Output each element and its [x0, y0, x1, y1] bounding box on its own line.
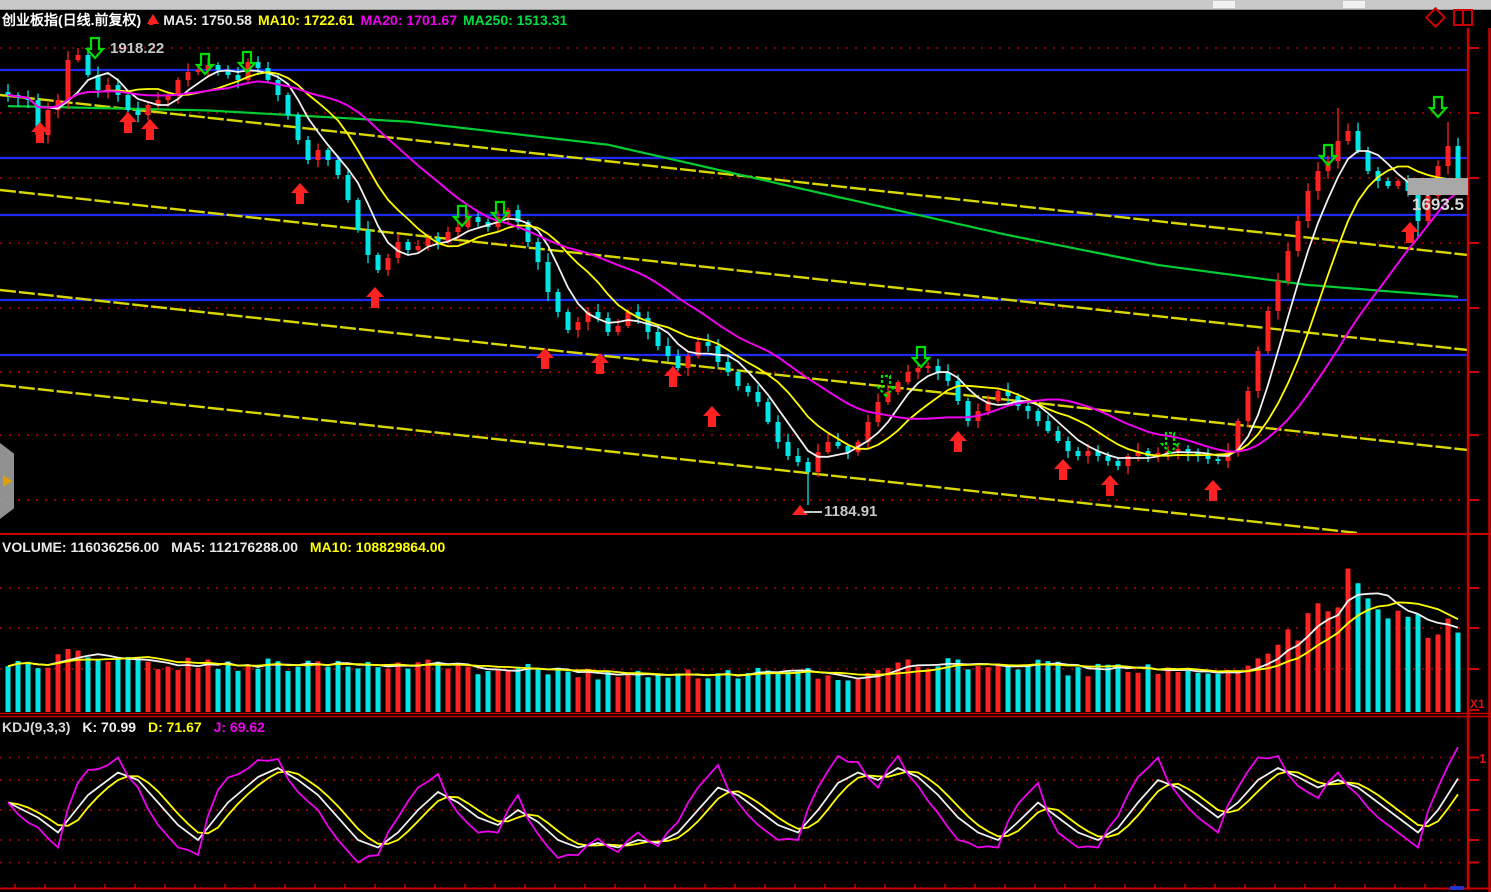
low-point-triangle-icon	[792, 505, 808, 515]
kdj-axis-label: 1	[1479, 751, 1486, 766]
buy-arrow-icon	[366, 287, 384, 308]
main-gridlines	[0, 48, 1468, 500]
scrollbar-fragment	[1450, 886, 1464, 890]
volume-bars	[6, 569, 1461, 712]
ma250-line	[8, 106, 1458, 297]
signal-arrows	[31, 38, 1446, 515]
kdj-d-readout: D: 71.67	[148, 719, 202, 735]
low-price-label: 1184.91	[824, 503, 877, 520]
volume-gridlines	[0, 588, 1468, 669]
buy-arrow-icon	[703, 406, 721, 427]
sidebar-expand-handle[interactable]	[0, 443, 14, 519]
stock-chart-window: { "colors":{ "up":"#ff2222","down":"#00e…	[0, 0, 1491, 892]
buy-arrow-icon	[141, 119, 159, 140]
buy-arrow-icon	[949, 431, 967, 452]
sell-arrow-icon	[913, 347, 929, 367]
volume-ma5-readout: MA5: 112176288.00	[171, 539, 298, 555]
volume-ma10-readout: MA10: 108829864.00	[310, 539, 445, 555]
kdj-lines	[8, 747, 1458, 863]
chart-plot-area[interactable]	[0, 0, 1491, 892]
buy-arrow-icon	[1101, 475, 1119, 496]
buy-arrow-icon	[1204, 480, 1222, 501]
kdj-header: KDJ(9,3,3) K: 70.99 D: 71.67 J: 69.62	[2, 719, 265, 735]
price-ma-lines	[8, 70, 1458, 458]
last-price-marker	[1408, 178, 1468, 195]
volume-readout: VOLUME: 116036256.00	[2, 539, 159, 555]
buy-arrow-icon	[1054, 459, 1072, 480]
sell-arrow-icon	[1430, 97, 1446, 117]
volume-header: VOLUME: 116036256.00 MA5: 112176288.00 M…	[2, 539, 445, 555]
expand-arrow-icon	[3, 475, 12, 487]
high-price-label: 1918.22	[110, 40, 164, 57]
buy-arrow-icon	[664, 366, 682, 387]
trendlines	[0, 95, 1468, 533]
last-price-label: 1693.5	[1412, 195, 1464, 215]
kdj-j-readout: J: 69.62	[214, 719, 265, 735]
buy-arrow-icon	[119, 112, 137, 133]
kdj-name: KDJ(9,3,3)	[2, 719, 70, 735]
kdj-k-readout: K: 70.99	[82, 719, 136, 735]
volume-unit-label: X1	[1470, 697, 1485, 711]
buy-arrow-icon	[291, 183, 309, 204]
